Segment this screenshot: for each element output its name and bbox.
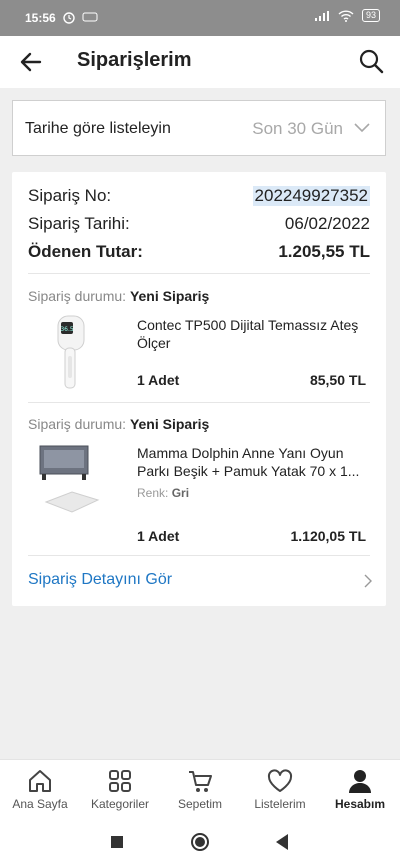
item-status-label: Sipariş durumu: — [28, 416, 127, 432]
order-date-row: Sipariş Tarihi: 06/02/2022 — [28, 210, 370, 238]
system-nav-bar — [0, 818, 400, 866]
tab-categories[interactable]: Kategoriler — [80, 760, 160, 818]
thermometer-product-image: 36.5 — [57, 315, 85, 389]
home-button[interactable] — [190, 832, 210, 852]
chevron-down-icon — [354, 123, 370, 133]
tab-cart[interactable]: Sepetim — [160, 760, 240, 818]
signal-icon — [314, 10, 329, 21]
back-arrow-icon[interactable] — [18, 49, 44, 75]
bottom-tab-bar: Ana Sayfa Kategoriler Sepetim Listelerim… — [0, 759, 400, 818]
variant-value: Gri — [171, 486, 190, 500]
search-icon[interactable] — [357, 47, 385, 75]
cart-icon — [189, 771, 212, 792]
item-status: Sipariş durumu: Yeni Sipariş — [28, 288, 370, 304]
item-status-value: Yeni Sipariş — [129, 288, 210, 304]
recent-apps-button[interactable] — [111, 836, 123, 848]
user-icon — [349, 770, 371, 793]
order-no-row: Sipariş No: 202249927352 — [28, 182, 370, 210]
order-total-value: 1.205,55 TL — [278, 242, 370, 261]
wifi-icon — [338, 9, 354, 22]
tab-account[interactable]: Hesabım — [320, 760, 400, 818]
tab-label: Kategoriler — [90, 797, 150, 811]
playpen-crib-product-image — [39, 445, 100, 513]
order-card: Sipariş No: 202249927352 Sipariş Tarihi:… — [12, 172, 386, 606]
order-date-label: Sipariş Tarihi: — [28, 214, 130, 233]
item-quantity: 1 Adet — [137, 372, 180, 388]
tab-label: Sepetim — [177, 797, 223, 811]
divider — [28, 402, 370, 403]
order-total-label: Ödenen Tutar: — [28, 242, 143, 261]
heart-icon — [267, 769, 293, 792]
filter-selected-value: Son 30 Gün — [252, 119, 343, 138]
tab-lists[interactable]: Listelerim — [240, 760, 320, 818]
divider — [28, 555, 370, 556]
home-icon — [29, 770, 51, 792]
item-status: Sipariş durumu: Yeni Sipariş — [28, 416, 370, 432]
status-bar: 15:56 93 — [0, 0, 400, 36]
order-no-value: 202249927352 — [252, 186, 370, 206]
item-variant: Renk: Gri — [137, 486, 189, 500]
tab-label: Listelerim — [254, 797, 306, 811]
status-time: 15:56 — [25, 11, 56, 25]
notification-app-icon — [82, 12, 98, 22]
grid-icon — [109, 770, 131, 792]
tab-label: Hesabım — [334, 797, 386, 811]
filter-label: Tarihe göre listeleyin — [25, 120, 171, 137]
item-status-label: Sipariş durumu: — [28, 288, 127, 304]
order-no-label: Sipariş No: — [28, 186, 112, 205]
item-price: 85,50 TL — [309, 372, 366, 388]
tab-home[interactable]: Ana Sayfa — [0, 760, 80, 818]
order-item[interactable]: Sipariş durumu: Yeni Sipariş 36.5 Contec… — [28, 288, 370, 398]
order-summary: Sipariş No: 202249927352 Sipariş Tarihi:… — [28, 182, 370, 266]
order-date-value: 06/02/2022 — [284, 214, 370, 233]
battery-indicator: 93 — [361, 9, 380, 22]
item-price: 1.120,05 TL — [290, 528, 367, 544]
date-filter-dropdown[interactable]: Tarihe göre listeleyin Son 30 Gün — [12, 100, 386, 156]
variant-label: Renk: — [137, 486, 169, 500]
app-bar: Siparişlerim — [0, 36, 400, 88]
order-total-row: Ödenen Tutar: 1.205,55 TL — [28, 238, 370, 266]
order-item[interactable]: Sipariş durumu: Yeni Sipariş Mamma Dolph… — [28, 416, 370, 546]
page-title: Siparişlerim — [77, 49, 192, 71]
svg-text:36.5: 36.5 — [60, 326, 74, 333]
chevron-right-icon[interactable] — [362, 573, 374, 589]
alarm-icon — [63, 12, 75, 24]
divider — [28, 273, 370, 274]
item-status-value: Yeni Sipariş — [129, 416, 210, 432]
item-name[interactable]: Mamma Dolphin Anne Yanı Oyun Parkı Beşik… — [137, 444, 370, 480]
order-detail-link[interactable]: Sipariş Detayını Gör — [28, 571, 172, 589]
back-button[interactable] — [274, 833, 290, 851]
item-quantity: 1 Adet — [137, 528, 180, 544]
item-name[interactable]: Contec TP500 Dijital Temassız Ateş Ölçer — [137, 316, 370, 352]
tab-label: Ana Sayfa — [12, 797, 68, 811]
